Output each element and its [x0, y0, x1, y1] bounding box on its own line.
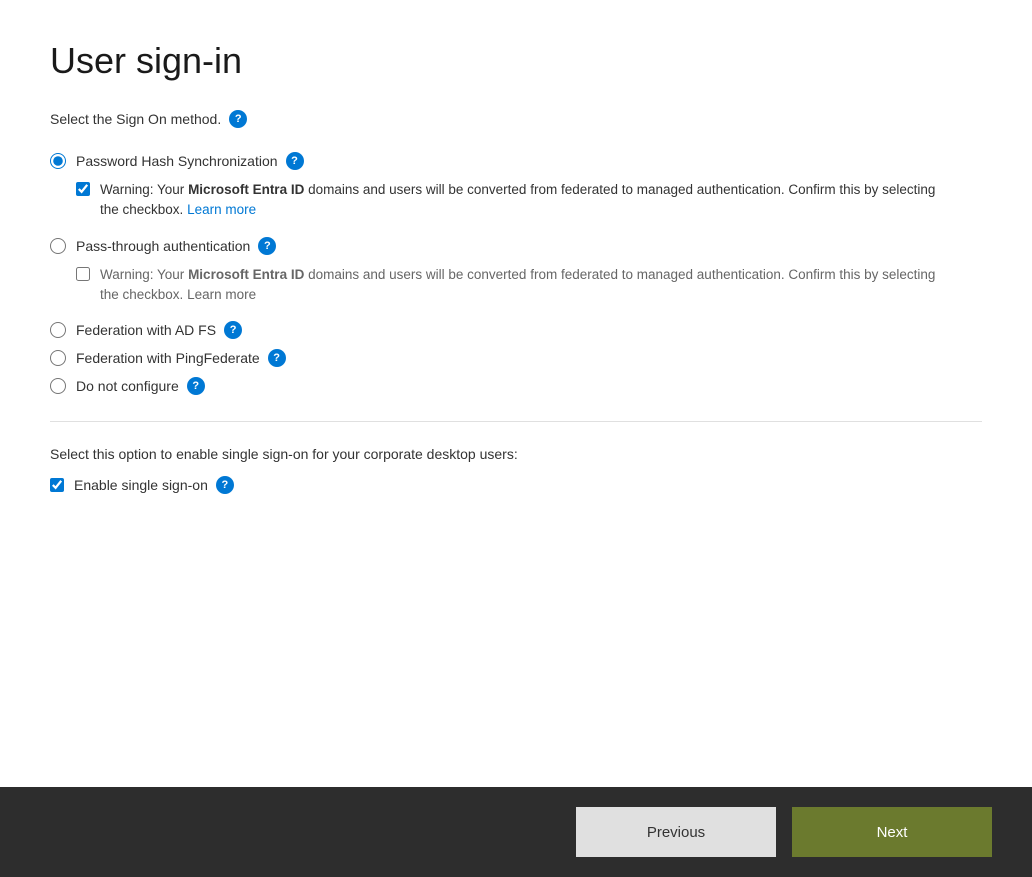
option-federation-adfs[interactable]: Federation with AD FS ? — [50, 321, 982, 339]
password-hash-help-icon[interactable]: ? — [286, 152, 304, 170]
pass-through-help-icon[interactable]: ? — [258, 237, 276, 255]
federation-ping-help-icon[interactable]: ? — [268, 349, 286, 367]
pass-through-learn-more-link[interactable]: Learn more — [187, 287, 256, 302]
subtitle: Select the Sign On method. ? — [50, 110, 982, 128]
password-hash-warning: Warning: Your Microsoft Entra ID domains… — [76, 180, 982, 221]
option-federation-ping-label: Federation with PingFederate — [76, 350, 260, 366]
section-divider — [50, 421, 982, 422]
option-pass-through[interactable]: Pass-through authentication ? — [50, 237, 982, 255]
sso-description: Select this option to enable single sign… — [50, 446, 982, 462]
next-button[interactable]: Next — [792, 807, 992, 857]
page-title: User sign-in — [50, 40, 982, 82]
enable-sso-checkbox[interactable] — [50, 478, 64, 492]
option-password-hash-label: Password Hash Synchronization — [76, 153, 278, 169]
sso-help-icon[interactable]: ? — [216, 476, 234, 494]
option-do-not-configure[interactable]: Do not configure ? — [50, 377, 982, 395]
password-hash-warning-text: Warning: Your Microsoft Entra ID domains… — [100, 180, 950, 221]
radio-password-hash[interactable] — [50, 153, 66, 169]
do-not-configure-help-icon[interactable]: ? — [187, 377, 205, 395]
pass-through-warning: Warning: Your Microsoft Entra ID domains… — [76, 265, 982, 306]
password-hash-learn-more-link[interactable]: Learn more — [187, 202, 256, 217]
main-content: User sign-in Select the Sign On method. … — [0, 0, 1032, 787]
radio-do-not-configure[interactable] — [50, 378, 66, 394]
option-federation-ping[interactable]: Federation with PingFederate ? — [50, 349, 982, 367]
password-hash-warning-checkbox[interactable] — [76, 182, 90, 196]
radio-federation-adfs[interactable] — [50, 322, 66, 338]
footer: Previous Next — [0, 787, 1032, 877]
option-pass-through-label: Pass-through authentication — [76, 238, 250, 254]
option-federation-adfs-label: Federation with AD FS — [76, 322, 216, 338]
federation-adfs-help-icon[interactable]: ? — [224, 321, 242, 339]
pass-through-warning-text: Warning: Your Microsoft Entra ID domains… — [100, 265, 950, 306]
option-password-hash[interactable]: Password Hash Synchronization ? — [50, 152, 982, 170]
pass-through-warning-checkbox[interactable] — [76, 267, 90, 281]
option-do-not-configure-label: Do not configure — [76, 378, 179, 394]
options-section: Password Hash Synchronization ? Warning:… — [50, 152, 982, 401]
subtitle-help-icon[interactable]: ? — [229, 110, 247, 128]
enable-sso-label: Enable single sign-on — [74, 477, 208, 493]
previous-button[interactable]: Previous — [576, 807, 776, 857]
sso-section: Select this option to enable single sign… — [50, 446, 982, 494]
subtitle-text: Select the Sign On method. — [50, 111, 221, 127]
radio-pass-through[interactable] — [50, 238, 66, 254]
radio-federation-ping[interactable] — [50, 350, 66, 366]
enable-sso-option[interactable]: Enable single sign-on ? — [50, 476, 982, 494]
